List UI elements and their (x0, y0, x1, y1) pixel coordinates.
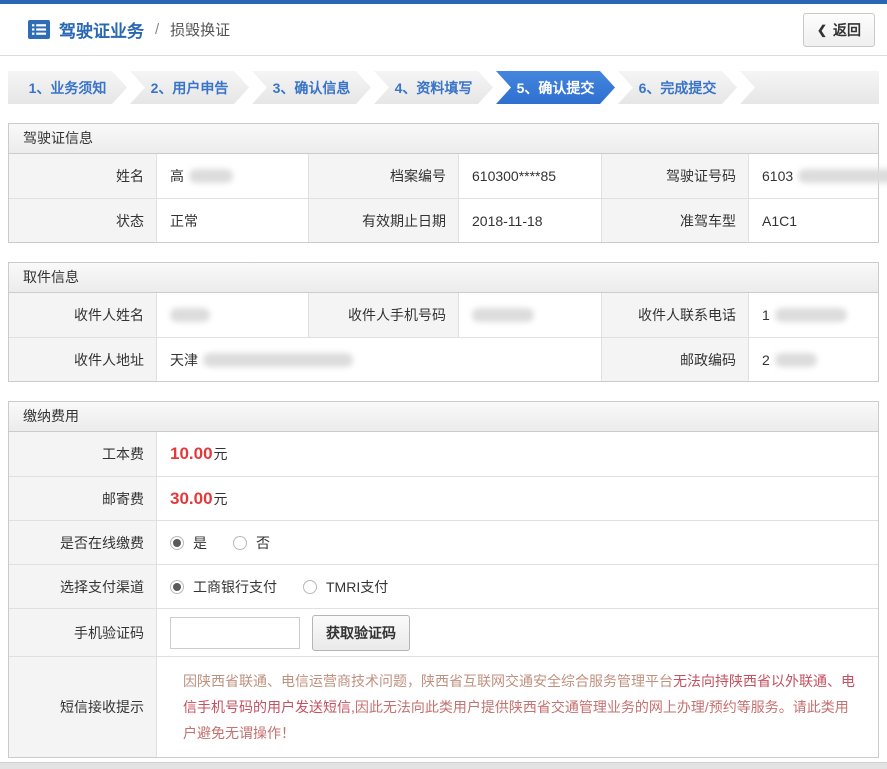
work-fee-unit: 元 (213, 446, 228, 462)
table-row: 收件人地址 天津 邮政编码 2 (9, 337, 878, 381)
pay-channel-label: 选择支付渠道 (9, 565, 157, 608)
step-2-user-declaration: 2、用户申告 (130, 71, 249, 104)
work-fee-label: 工本费 (9, 432, 157, 476)
online-pay-yes-radio[interactable] (170, 535, 184, 550)
step-6-complete-submit: 6、完成提交 (618, 71, 737, 104)
step-4-fill-data: 4、资料填写 (374, 71, 493, 104)
bottom-strip (0, 762, 887, 769)
online-pay-no-label: 否 (256, 534, 270, 551)
expiry-date-value: 2018-11-18 (459, 199, 602, 242)
pickup-section-title: 取件信息 (9, 263, 878, 293)
online-pay-no-radio[interactable] (233, 535, 247, 550)
sms-notice-label: 短信接收提示 (9, 657, 157, 757)
back-button[interactable]: ❮ 返回 (802, 12, 875, 47)
title-divider: / (155, 21, 160, 38)
license-section-title: 驾驶证信息 (9, 124, 878, 154)
table-row: 短信接收提示 因陕西省联通、电信运营商技术问题，陕西省互联网交通安全综合服务管理… (9, 656, 878, 757)
table-row: 状态 正常 有效期止日期 2018-11-18 准驾车型 A1C1 (9, 198, 878, 242)
fee-section: 缴纳费用 工本费 10.00 元 邮寄费 30.00 元 是否在线缴费 是 否 … (8, 401, 879, 758)
file-number-label: 档案编号 (309, 154, 459, 198)
step-1-business-notice: 1、业务须知 (8, 71, 127, 104)
sms-code-input[interactable] (170, 616, 300, 649)
expiry-date-label: 有效期止日期 (309, 199, 459, 242)
fee-section-title: 缴纳费用 (9, 402, 878, 432)
mail-fee-label: 邮寄费 (9, 477, 157, 520)
recipient-phone-value: 1 (749, 293, 878, 337)
mail-fee-value: 30.00 元 (157, 477, 878, 520)
table-row: 收件人姓名 收件人手机号码 收件人联系电话 1 (9, 293, 878, 337)
step-bar-filler (740, 71, 879, 104)
redacted-blur (189, 169, 233, 183)
file-number-value: 610300****85 (459, 154, 602, 198)
recipient-mobile-label: 收件人手机号码 (309, 293, 459, 337)
vehicle-class-value: A1C1 (762, 212, 798, 229)
table-row: 邮寄费 30.00 元 (9, 476, 878, 520)
page-title: 驾驶证业务 (59, 22, 144, 41)
channel-icbc-radio[interactable] (170, 579, 184, 594)
recipient-phone-label: 收件人联系电话 (602, 293, 749, 337)
vehicle-class-label: 准驾车型 (602, 199, 749, 242)
work-fee-value: 10.00 元 (157, 432, 878, 476)
sms-notice-text: 因陕西省联通、电信运营商技术问题，陕西省互联网交通安全综合服务管理平台无法向持陕… (183, 673, 855, 741)
table-row: 姓名 高 档案编号 610300****85 驾驶证号码 6103 (9, 154, 887, 198)
name-label: 姓名 (9, 154, 157, 198)
online-pay-label: 是否在线缴费 (9, 521, 157, 564)
page-header: 驾驶证业务 / 损毁换证 ❮ 返回 (0, 4, 887, 56)
pickup-info-section: 取件信息 收件人姓名 收件人手机号码 收件人联系电话 1 收件人地址 天津 邮政… (8, 262, 879, 382)
status-label: 状态 (9, 199, 157, 242)
status-value: 正常 (157, 199, 309, 242)
list-icon (28, 20, 50, 39)
online-pay-yes-label: 是 (193, 534, 207, 551)
redacted-blur (203, 352, 353, 367)
recipient-name-label: 收件人姓名 (9, 293, 157, 337)
recipient-address-label: 收件人地址 (9, 338, 157, 381)
redacted-blur (798, 169, 887, 183)
license-number-label: 驾驶证号码 (602, 154, 749, 198)
license-info-section: 驾驶证信息 姓名 高 档案编号 610300****85 驾驶证号码 6103 … (8, 123, 887, 243)
channel-icbc-label: 工商银行支付 (193, 578, 277, 595)
mail-fee-amount: 30.00 (170, 488, 213, 508)
step-3-confirm-info: 3、确认信息 (252, 71, 371, 104)
step-progress-bar: 1、业务须知 2、用户申告 3、确认信息 4、资料填写 5、确认提交 6、完成提… (8, 71, 879, 104)
step-5-confirm-submit: 5、确认提交 (496, 71, 615, 104)
table-row: 手机验证码 获取验证码 (9, 608, 878, 656)
back-button-label: 返回 (833, 21, 861, 38)
license-number-value: 6103 (749, 154, 887, 198)
zip-code-label: 邮政编码 (602, 338, 749, 381)
table-row: 选择支付渠道 工商银行支付 TMRI支付 (9, 564, 878, 608)
redacted-blur (774, 308, 847, 322)
mail-fee-unit: 元 (213, 490, 228, 507)
channel-tmri-label: TMRI支付 (326, 578, 389, 595)
work-fee-amount: 10.00 (170, 444, 213, 463)
zip-code-value: 2 (749, 338, 878, 381)
redacted-blur (170, 308, 210, 322)
table-row: 工本费 10.00 元 (9, 432, 878, 476)
redacted-blur (472, 308, 534, 322)
redacted-blur (774, 352, 817, 367)
chevron-left-icon: ❮ (816, 22, 827, 37)
recipient-name-value (157, 293, 309, 337)
name-value: 高 (157, 154, 309, 198)
channel-tmri-radio[interactable] (303, 579, 317, 594)
get-sms-code-button[interactable]: 获取验证码 (312, 614, 410, 651)
page-subtitle: 损毁换证 (170, 22, 231, 39)
recipient-address-value: 天津 (157, 338, 602, 381)
table-row: 是否在线缴费 是 否 (9, 520, 878, 564)
recipient-mobile-value (459, 293, 602, 337)
sms-code-label: 手机验证码 (9, 609, 157, 656)
